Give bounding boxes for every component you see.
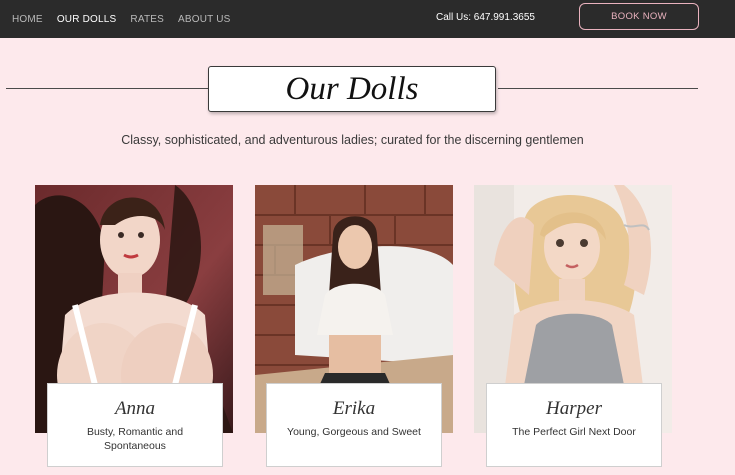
doll-name: Anna xyxy=(114,398,156,419)
main-nav: HOME OUR DOLLS RATES ABOUT US xyxy=(12,0,231,38)
doll-name: Harper xyxy=(546,398,602,419)
title-divider-left xyxy=(6,88,208,89)
doll-card-anna[interactable]: Anna Busty, Romantic and Spontaneous xyxy=(47,383,223,467)
doll-card-harper[interactable]: Harper The Perfect Girl Next Door xyxy=(486,383,662,467)
book-now-button[interactable]: BOOK NOW xyxy=(579,3,699,30)
nav-our-dolls[interactable]: OUR DOLLS xyxy=(57,14,117,25)
phone-number[interactable]: Call Us: 647.991.3655 xyxy=(436,12,535,23)
page-title: Our Dolls xyxy=(285,70,419,107)
page-title-box: Our Dolls xyxy=(208,66,496,112)
doll-description: Busty, Romantic and Spontaneous xyxy=(86,426,184,452)
page-tagline: Classy, sophisticated, and adventurous l… xyxy=(121,133,584,147)
nav-about-us[interactable]: ABOUT US xyxy=(178,14,231,25)
nav-home[interactable]: HOME xyxy=(12,14,43,25)
title-divider-right xyxy=(498,88,698,89)
doll-card-erika[interactable]: Erika Young, Gorgeous and Sweet xyxy=(266,383,442,467)
doll-description: Young, Gorgeous and Sweet xyxy=(287,426,421,438)
doll-name: Erika xyxy=(332,398,376,419)
nav-rates[interactable]: RATES xyxy=(130,14,164,25)
doll-description: The Perfect Girl Next Door xyxy=(512,426,636,438)
top-navigation-bar: HOME OUR DOLLS RATES ABOUT US Call Us: 6… xyxy=(0,0,735,38)
